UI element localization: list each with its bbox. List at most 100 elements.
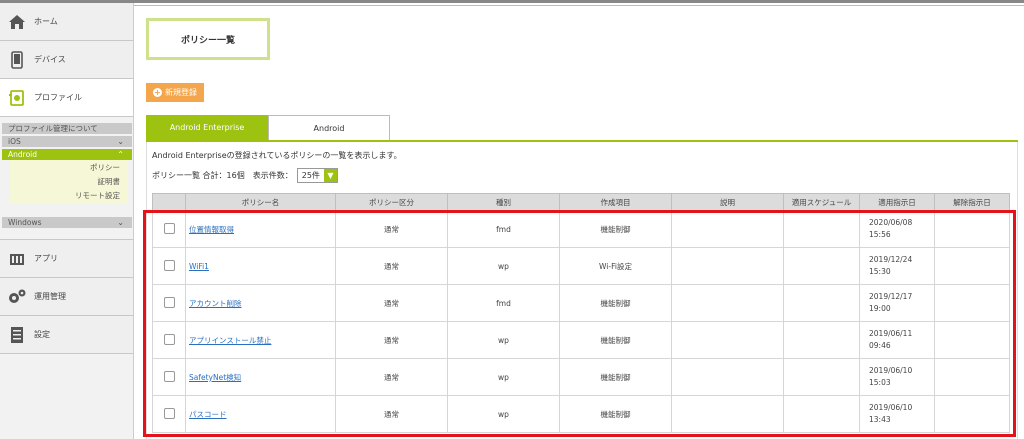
- item-cell: 機能制御: [559, 284, 672, 322]
- sidebar-item-label: プロファイル管理について: [8, 124, 98, 133]
- sidebar-item-home[interactable]: ホーム: [0, 3, 133, 41]
- applied-date-cell: 2019/06/10 13:43: [859, 395, 935, 433]
- row-checkbox[interactable]: [163, 370, 175, 382]
- sidebar-item-label: 設定: [34, 330, 50, 339]
- sidebar-item-apps[interactable]: アプリ: [0, 240, 133, 278]
- row-select-cell: [152, 358, 186, 396]
- item-cell: 機能制御: [559, 395, 672, 433]
- column-header-item[interactable]: 作成項目: [559, 193, 672, 211]
- applied-date: 2019/06/10: [869, 403, 913, 412]
- table-row: 位置情報取得 通常 fmd 機能制御 2020/06/08 15:56: [152, 210, 1010, 248]
- sidebar-item-remote-settings[interactable]: リモート設定: [10, 189, 128, 203]
- description-cell: [671, 358, 784, 396]
- column-header-policy-name[interactable]: ポリシー名: [185, 193, 336, 211]
- chevron-up-icon: ⌃: [117, 150, 124, 159]
- applied-time: 13:43: [869, 415, 891, 424]
- tab-android[interactable]: Android: [268, 115, 390, 140]
- applied-time: 09:46: [869, 341, 891, 350]
- table-header-row: ポリシー名 ポリシー区分 種別 作成項目 説明 適用スケジュール 適用指示日 解…: [152, 193, 1010, 211]
- sidebar-item-label: ホーム: [34, 17, 58, 26]
- category-cell: 通常: [335, 284, 448, 322]
- schedule-cell: [783, 358, 860, 396]
- policy-name-cell: パスコード: [185, 395, 336, 433]
- policy-name-cell: WiFi1: [185, 247, 336, 285]
- policy-name-link[interactable]: WiFi1: [189, 262, 209, 271]
- policy-name-cell: 位置情報取得: [185, 210, 336, 248]
- sidebar-item-ios[interactable]: iOS ⌄: [2, 136, 132, 147]
- sidebar-item-operations[interactable]: 運用管理: [0, 278, 133, 316]
- summary-text: ポリシー一覧 合計：16個 表示件数：: [152, 171, 293, 180]
- released-date-cell: [934, 358, 1010, 396]
- schedule-cell: [783, 210, 860, 248]
- applied-date: 2019/12/17: [869, 292, 913, 301]
- row-select-cell: [152, 210, 186, 248]
- sidebar-item-certificate[interactable]: 証明書: [10, 175, 128, 189]
- column-header-released-date[interactable]: 解除指示日: [934, 193, 1010, 211]
- policy-name-link[interactable]: アプリインストール禁止: [189, 336, 271, 345]
- description-cell: [671, 247, 784, 285]
- applied-time: 15:30: [869, 267, 891, 276]
- applied-date: 2019/12/24: [869, 255, 913, 264]
- caret-down-icon: ▼: [323, 169, 337, 182]
- sidebar-item-android[interactable]: Android ⌃: [2, 149, 132, 160]
- row-checkbox[interactable]: [163, 407, 175, 419]
- sidebar-item-policy[interactable]: ポリシー: [10, 161, 128, 175]
- page-description: Android Enterpriseの登録されているポリシーの一覧を表示します。: [152, 151, 402, 160]
- page-title: ポリシー一覧: [146, 18, 270, 60]
- category-cell: 通常: [335, 358, 448, 396]
- type-cell: fmd: [447, 284, 560, 322]
- row-checkbox[interactable]: [163, 296, 175, 308]
- policy-name-cell: SafetyNet検知: [185, 358, 336, 396]
- table-row: アプリインストール禁止 通常 wp 機能制御 2019/06/11 09:46: [152, 321, 1010, 359]
- item-cell: 機能制御: [559, 321, 672, 359]
- sidebar: ホーム デバイス プロファイル プロファイル管理について iOS ⌄ Andro…: [0, 3, 134, 439]
- column-header-applied-date[interactable]: 適用指示日: [859, 193, 935, 211]
- type-cell: wp: [447, 358, 560, 396]
- type-cell: wp: [447, 395, 560, 433]
- table-row: パスコード 通常 wp 機能制御 2019/06/10 13:43: [152, 395, 1010, 433]
- item-cell: 機能制御: [559, 210, 672, 248]
- applied-date: 2019/06/10: [869, 366, 913, 375]
- plus-icon: +: [153, 87, 162, 97]
- page-size-select[interactable]: 25件 ▼: [296, 168, 338, 183]
- description-cell: [671, 210, 784, 248]
- column-header-category[interactable]: ポリシー区分: [335, 193, 448, 211]
- applied-date: 2019/06/11: [869, 329, 913, 338]
- sidebar-item-settings[interactable]: 設定: [0, 316, 133, 354]
- table-row: WiFi1 通常 wp Wi-Fi設定 2019/12/24 15:30: [152, 247, 1010, 285]
- table-row: アカウント削除 通常 fmd 機能制御 2019/12/17 19:00: [152, 284, 1010, 322]
- row-checkbox[interactable]: [163, 333, 175, 345]
- applied-date-cell: 2019/12/17 19:00: [859, 284, 935, 322]
- sidebar-item-device[interactable]: デバイス: [0, 41, 133, 79]
- row-checkbox[interactable]: [163, 222, 175, 234]
- column-header-type[interactable]: 種別: [447, 193, 560, 211]
- sidebar-item-profile[interactable]: プロファイル: [0, 79, 133, 117]
- policy-name-link[interactable]: SafetyNet検知: [189, 373, 241, 382]
- column-header-checkbox: [152, 193, 186, 211]
- tab-android-enterprise[interactable]: Android Enterprise: [146, 115, 268, 140]
- new-register-button[interactable]: + 新規登録: [146, 83, 204, 102]
- sidebar-item-profile-about[interactable]: プロファイル管理について: [2, 123, 132, 134]
- policy-name-link[interactable]: 位置情報取得: [189, 225, 234, 234]
- type-cell: fmd: [447, 210, 560, 248]
- sidebar-item-windows[interactable]: Windows ⌄: [2, 217, 132, 228]
- sidebar-item-label: アプリ: [34, 254, 58, 263]
- profile-icon: [0, 89, 34, 107]
- sidebar-item-label: Windows: [8, 218, 42, 227]
- description-cell: [671, 395, 784, 433]
- released-date-cell: [934, 210, 1010, 248]
- released-date-cell: [934, 284, 1010, 322]
- column-header-description[interactable]: 説明: [671, 193, 784, 211]
- policy-name-link[interactable]: アカウント削除: [189, 299, 242, 308]
- policy-name-link[interactable]: パスコード: [189, 410, 227, 419]
- column-header-schedule[interactable]: 適用スケジュール: [783, 193, 860, 211]
- category-cell: 通常: [335, 210, 448, 248]
- apps-icon: [0, 251, 34, 267]
- schedule-cell: [783, 395, 860, 433]
- item-cell: Wi-Fi設定: [559, 247, 672, 285]
- applied-date-cell: 2019/06/10 15:03: [859, 358, 935, 396]
- row-checkbox[interactable]: [163, 259, 175, 271]
- row-select-cell: [152, 395, 186, 433]
- applied-date: 2020/06/08: [869, 218, 913, 227]
- schedule-cell: [783, 247, 860, 285]
